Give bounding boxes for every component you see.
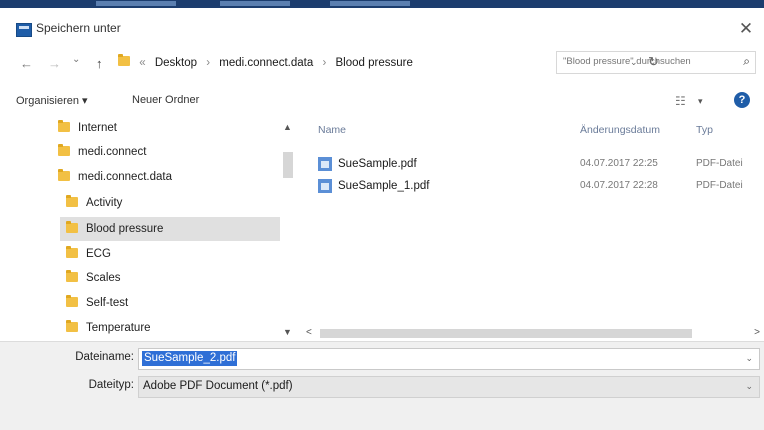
scrollbar-thumb[interactable] [320,329,692,338]
folder-icon [58,119,70,132]
tree-item-label: Scales [86,272,121,284]
address-bar[interactable]: « Desktop › medi.connect.data › Blood pr… [118,51,659,73]
title-bar: Speichern unter ✕ [0,8,764,48]
folder-icon [118,54,130,66]
app-icon [16,23,32,37]
navigation-pane: Internet medi.connect medi.connect.data … [0,118,296,341]
scroll-left-icon[interactable]: < [306,327,312,338]
folder-icon [66,269,78,282]
column-header-date[interactable]: Änderungsdatum [580,124,660,136]
help-icon[interactable]: ? [734,92,750,108]
pdf-file-icon [318,179,332,193]
column-header-type[interactable]: Typ [696,124,713,136]
tree-item-label: medi.connect [78,146,147,158]
breadcrumb-separator[interactable]: › [322,57,326,69]
column-header-name[interactable]: Name [318,124,346,136]
file-type: PDF-Datei [696,180,743,191]
tree-item-label: ECG [86,248,111,260]
window-top-strip [0,0,764,8]
scroll-right-icon[interactable]: > [754,327,760,338]
new-folder-button[interactable]: Neuer Ordner [132,94,199,106]
breadcrumb-separator[interactable]: › [206,57,210,69]
filetype-dropdown-icon[interactable]: ⌄ [745,381,753,392]
organize-button[interactable]: Organisieren ▾ [16,94,88,107]
search-box[interactable]: ⌕ [556,51,756,74]
file-name: SueSample_1.pdf [338,180,430,192]
filename-dropdown-icon[interactable]: ⌄ [745,353,753,364]
scroll-up-icon[interactable]: ▲ [283,122,292,132]
search-input[interactable] [557,52,733,71]
filetype-select[interactable]: Adobe PDF Document (*.pdf) ⌄ [138,376,760,398]
folder-icon [58,168,70,181]
file-row[interactable]: SueSample.pdf 04.07.2017 22:25 PDF-Datei [318,154,758,174]
breadcrumb-medi-connect-data[interactable]: medi.connect.data [219,57,313,69]
filetype-value: Adobe PDF Document (*.pdf) [143,380,293,392]
pdf-file-icon [318,157,332,171]
close-button[interactable]: ✕ [733,17,759,41]
tree-item-label: Blood pressure [86,223,164,235]
up-button[interactable]: ↑ [96,56,103,71]
forward-button[interactable]: → [48,56,61,71]
folder-icon [66,294,78,307]
view-options-icon[interactable]: ☷ [675,94,686,108]
folder-icon [66,245,78,258]
tree-item-ecg[interactable]: ECG [66,242,111,266]
folder-icon [58,143,70,156]
scrollbar-thumb[interactable] [283,152,293,178]
file-type: PDF-Datei [696,158,743,169]
tree-item-scales[interactable]: Scales [66,266,121,290]
breadcrumb-blood-pressure[interactable]: Blood pressure [335,57,412,69]
folder-icon [66,220,78,233]
file-date: 04.07.2017 22:25 [580,158,658,169]
save-as-dialog: Speichern unter ✕ ← → ⌄ ↑ « Desktop › me… [0,8,764,430]
back-button[interactable]: ← [20,56,33,71]
recent-locations-button[interactable]: ⌄ [72,54,80,65]
tree-item-label: Self-test [86,297,129,309]
tree-item-blood-pressure[interactable]: Blood pressure [60,217,280,241]
folder-icon [66,194,78,207]
filetype-label: Dateityp: [88,379,134,391]
save-form: Dateiname: SueSample_2.pdf ⌄ Dateityp: A… [0,341,764,430]
filename-input[interactable]: SueSample_2.pdf [142,351,238,366]
file-list-scrollbar[interactable]: < > [298,325,764,341]
file-date: 04.07.2017 22:28 [580,180,658,191]
tree-item-medi-connect[interactable]: medi.connect [58,140,146,164]
tree-item-temperature[interactable]: Temperature [66,316,151,340]
file-row[interactable]: SueSample_1.pdf 04.07.2017 22:28 PDF-Dat… [318,176,758,196]
file-name: SueSample.pdf [338,158,417,170]
search-icon[interactable]: ⌕ [743,54,750,69]
filename-label: Dateiname: [75,351,134,363]
address-row: ← → ⌄ ↑ « Desktop › medi.connect.data › … [0,48,764,78]
file-list: Name Änderungsdatum Typ SueSample.pdf 04… [298,118,764,341]
tree-item-self-test[interactable]: Self-test [66,291,128,315]
breadcrumb-desktop[interactable]: Desktop [155,57,197,69]
command-toolbar: Organisieren ▾ Neuer Ordner ☷ ▾ ? [0,88,764,114]
tree-item-medi-connect-data[interactable]: medi.connect.data [58,165,172,189]
tree-item-label: medi.connect.data [78,171,172,183]
tree-item-label: Activity [86,197,123,209]
navigation-scrollbar[interactable]: ▲ ▼ [280,118,296,341]
folder-icon [66,319,78,332]
browser-area: Internet medi.connect medi.connect.data … [0,118,764,341]
tree-item-label: Temperature [86,322,151,334]
dialog-title: Speichern unter [36,21,121,35]
view-dropdown-icon[interactable]: ▾ [698,96,703,107]
tree-item-internet[interactable]: Internet [58,116,117,140]
scroll-down-icon[interactable]: ▼ [283,327,292,337]
breadcrumb-overflow[interactable]: « [139,57,145,69]
tree-item-activity[interactable]: Activity [66,191,122,215]
filename-field[interactable]: SueSample_2.pdf ⌄ [138,348,760,370]
tree-item-label: Internet [78,122,117,134]
